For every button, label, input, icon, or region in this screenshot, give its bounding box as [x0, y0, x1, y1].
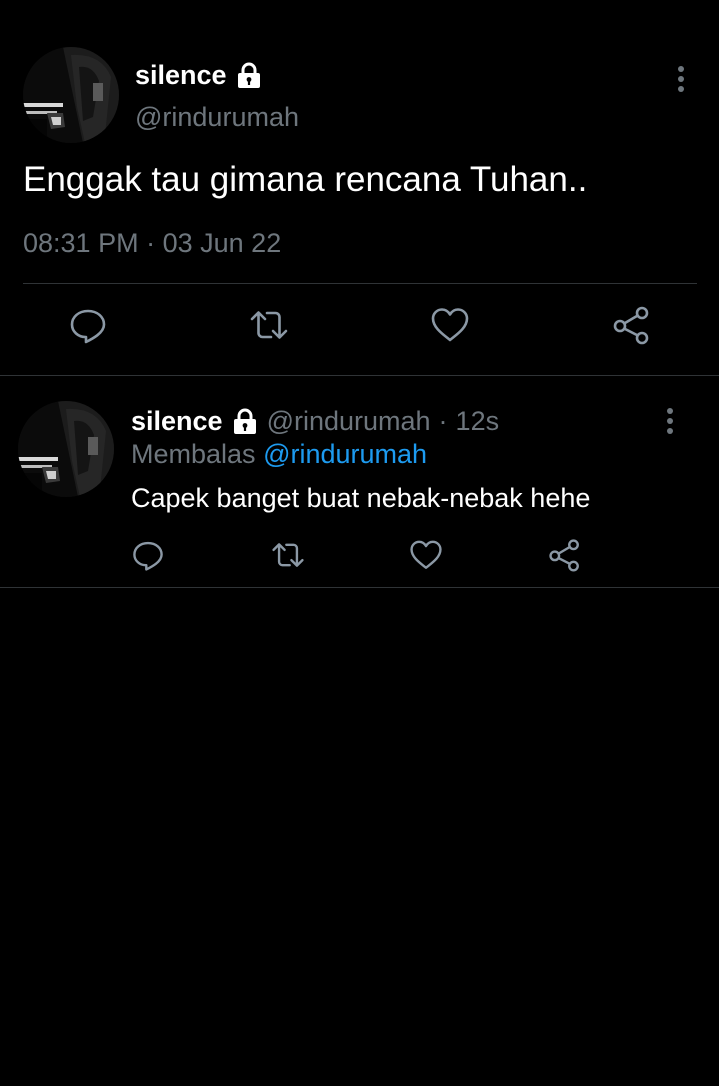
author-name-row: silence	[135, 57, 263, 93]
tweet-date[interactable]: 03 Jun 22	[163, 228, 282, 258]
more-vertical-icon[interactable]	[669, 64, 693, 94]
divider	[23, 283, 697, 284]
tweet-time[interactable]: 08:31 PM	[23, 228, 139, 258]
retweet-icon[interactable]	[249, 305, 289, 345]
more-vertical-icon[interactable]	[658, 406, 682, 436]
tweet-action-bar	[0, 538, 719, 574]
reply-icon[interactable]	[131, 538, 165, 572]
like-icon[interactable]	[409, 538, 443, 572]
tweet-timestamp: 08:31 PM · 03 Jun 22	[23, 228, 281, 259]
tweet-time-ago[interactable]: 12s	[456, 406, 500, 437]
share-icon[interactable]	[548, 538, 582, 572]
replying-to: Membalas @rindurumah	[131, 439, 427, 470]
tweet-thread: silence @rindurumah Enggak tau gimana re…	[0, 0, 719, 1086]
tweet-action-bar	[0, 305, 719, 351]
reply-icon[interactable]	[68, 305, 108, 345]
replying-to-mention[interactable]: @rindurumah	[263, 439, 427, 469]
author-display-name[interactable]: silence	[135, 60, 227, 91]
main-tweet: silence @rindurumah Enggak tau gimana re…	[0, 0, 719, 376]
author-handle[interactable]: @rindurumah	[267, 406, 431, 437]
header-separator: ·	[438, 405, 448, 436]
replying-to-label: Membalas	[131, 439, 256, 469]
like-icon[interactable]	[430, 305, 470, 345]
author-handle[interactable]: @rindurumah	[135, 102, 299, 133]
share-icon[interactable]	[612, 305, 652, 345]
meta-separator: ·	[146, 228, 156, 258]
avatar[interactable]	[18, 401, 114, 497]
tweet-text: Enggak tau gimana rencana Tuhan..	[23, 160, 588, 199]
reply-header: silence @rindurumah · 12s	[131, 403, 499, 439]
avatar[interactable]	[23, 47, 119, 143]
lock-icon	[235, 61, 263, 89]
tweet-text: Capek banget buat nebak-nebak hehe	[131, 483, 591, 513]
retweet-icon[interactable]	[271, 538, 305, 572]
lock-icon	[231, 407, 259, 435]
reply-tweet[interactable]: silence @rindurumah · 12s Membalas @rind…	[0, 376, 719, 588]
author-display-name[interactable]: silence	[131, 406, 223, 437]
